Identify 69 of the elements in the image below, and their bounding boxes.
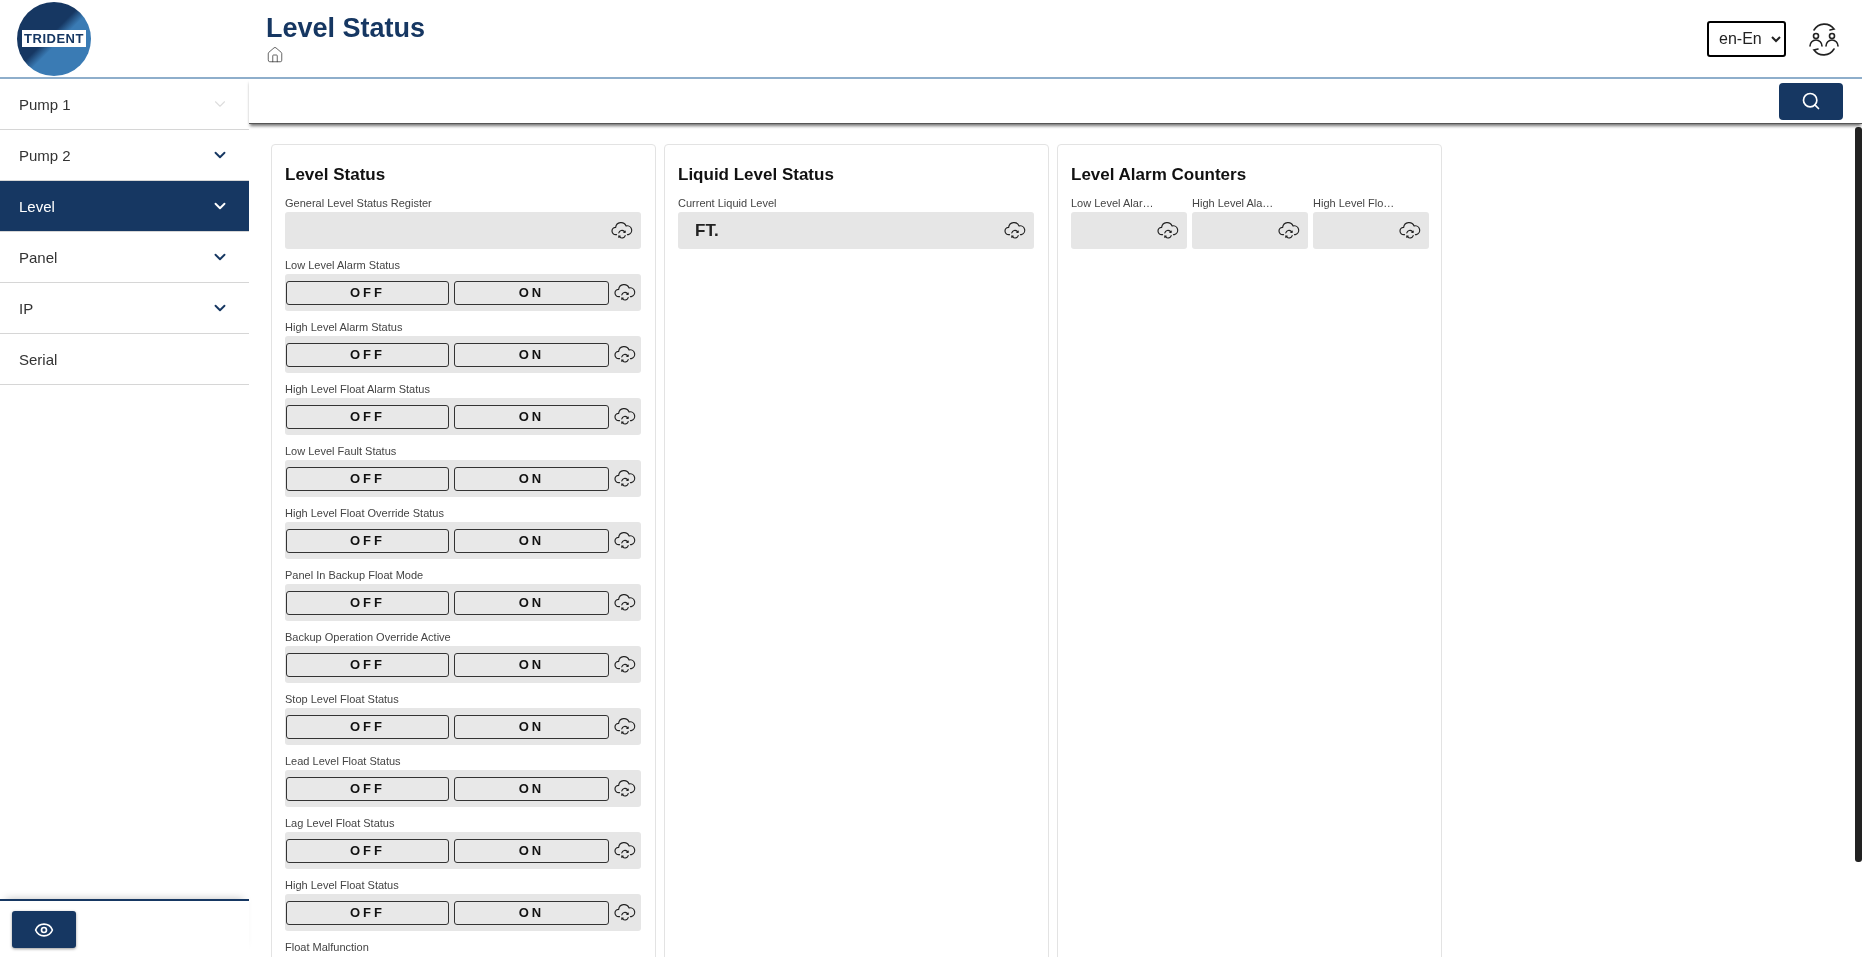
cloud-sync-icon[interactable] [611,220,633,241]
off-button[interactable]: OFF [286,590,449,615]
off-button[interactable]: OFF [286,900,449,925]
cloud-sync-icon[interactable] [614,716,636,737]
off-button[interactable]: OFF [286,280,449,305]
off-button[interactable]: OFF [286,652,449,677]
cloud-sync-icon[interactable] [614,654,636,675]
cloud-sync-icon[interactable] [614,530,636,551]
search-icon [1801,91,1821,111]
on-button[interactable]: ON [454,652,609,677]
on-button[interactable]: ON [454,466,609,491]
logo-text: TRIDENT [22,30,86,47]
cloud-sync-icon[interactable] [1157,220,1179,241]
off-button[interactable]: OFF [286,342,449,367]
field-label: Lead Level Float Status [285,755,402,767]
cloud-sync-icon[interactable] [1004,220,1026,241]
cloud-sync-icon[interactable] [1278,220,1300,241]
cloud-sync-icon[interactable] [614,778,636,799]
cloud-sync-icon[interactable] [614,902,636,923]
field-label: Low Level Fault Status [285,445,398,457]
field-label: Panel In Backup Float Mode [285,569,425,581]
field-label: Current Liquid Level [678,197,778,209]
field-label: High Level Float Alarm Status [285,383,431,395]
field-label: Float Malfunction [285,941,370,953]
on-button[interactable]: ON [454,404,609,429]
field-label: High Level Ala… [1192,197,1275,209]
field-label: Low Level Alar… [1071,197,1155,209]
on-button[interactable]: ON [454,528,609,553]
off-button[interactable]: OFF [286,776,449,801]
cloud-sync-icon[interactable] [614,406,636,427]
card-title: Level Alarm Counters [1071,165,1248,185]
cloud-sync-icon[interactable] [614,592,636,613]
on-button[interactable]: ON [454,342,609,367]
language-select[interactable]: en-En [1707,20,1786,57]
off-button[interactable]: OFF [286,466,449,491]
view-button[interactable] [12,911,76,948]
users-swap-icon[interactable] [1806,21,1842,56]
home-icon[interactable] [266,46,284,64]
field-label: High Level Flo… [1313,197,1396,209]
cloud-sync-icon[interactable] [614,344,636,365]
field-label: Lag Level Float Status [285,817,396,829]
page-title: Level Status [266,13,427,44]
field-label: Low Level Alarm Status [285,259,401,271]
field-label: High Level Float Status [285,879,400,891]
cloud-sync-icon[interactable] [1399,220,1421,241]
scrollbar[interactable] [1855,127,1862,862]
on-button[interactable]: ON [454,900,609,925]
on-button[interactable]: ON [454,776,609,801]
on-button[interactable]: ON [454,590,609,615]
off-button[interactable]: OFF [286,528,449,553]
field-label: General Level Status Register [285,197,433,209]
cloud-sync-icon[interactable] [614,840,636,861]
search-button[interactable] [1779,82,1843,120]
card-title: Level Status [285,165,387,185]
cloud-sync-icon[interactable] [614,282,636,303]
on-button[interactable]: ON [454,838,609,863]
card-title: Liquid Level Status [678,165,835,185]
off-button[interactable]: OFF [286,714,449,739]
field-label: High Level Float Override Status [285,507,445,519]
cloud-sync-icon[interactable] [614,468,636,489]
field-label: High Level Alarm Status [285,321,404,333]
field-label: Stop Level Float Status [285,693,400,705]
off-button[interactable]: OFF [286,838,449,863]
off-button[interactable]: OFF [286,404,449,429]
on-button[interactable]: ON [454,280,609,305]
field-label: Backup Operation Override Active [285,631,452,643]
sidebar-item[interactable]: Level [0,181,249,232]
on-button[interactable]: ON [454,714,609,739]
unit-label: FT. [695,220,719,241]
